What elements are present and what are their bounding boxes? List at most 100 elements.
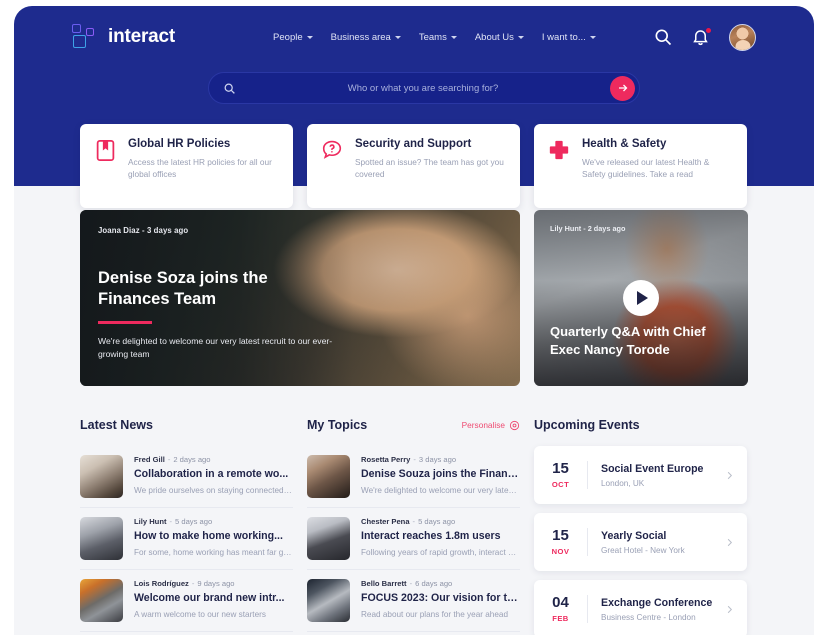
event-title: Exchange Conference bbox=[601, 597, 724, 609]
arrow-right-icon bbox=[617, 82, 629, 94]
quick-links-row: Global HR Policies Access the latest HR … bbox=[80, 124, 748, 208]
article-ago: 2 days ago bbox=[173, 455, 210, 464]
search-icon bbox=[223, 82, 236, 95]
content-columns: Latest News Fred Gill-2 days ago Collabo… bbox=[80, 410, 748, 635]
topic-thumbnail bbox=[307, 579, 350, 622]
upcoming-events-title: Upcoming Events bbox=[534, 418, 640, 432]
quick-card-title: Security and Support bbox=[355, 138, 506, 150]
topic-meta: Rosetta Perry-3 days ago bbox=[361, 455, 519, 464]
event-month: FEB bbox=[534, 614, 587, 623]
hero-meta: Joana Diaz - 3 days ago bbox=[98, 226, 502, 235]
list-item[interactable]: Rosetta Perry-3 days ago Denise Souza jo… bbox=[307, 446, 520, 508]
article-thumbnail bbox=[80, 579, 123, 622]
nav-label: Teams bbox=[419, 32, 447, 43]
topic-author: Bello Barrett bbox=[361, 579, 407, 588]
topic-title: Interact reaches 1.8m users bbox=[361, 530, 519, 544]
event-date: 15 NOV bbox=[534, 528, 588, 556]
upcoming-events-header: Upcoming Events bbox=[534, 410, 747, 440]
my-topics-header: My Topics Personalise bbox=[307, 410, 520, 440]
search-bar[interactable] bbox=[208, 72, 640, 104]
upcoming-events-column: Upcoming Events 15 OCT Social Event Euro… bbox=[534, 410, 747, 635]
brand-logo[interactable]: interact bbox=[72, 24, 175, 50]
list-item[interactable]: Lily Hunt-5 days ago How to make home wo… bbox=[80, 508, 293, 570]
nav-item-business-area[interactable]: Business area bbox=[331, 32, 401, 43]
personalise-button[interactable]: Personalise bbox=[462, 420, 520, 431]
article-desc: A warm welcome to our new starters bbox=[134, 610, 285, 619]
list-item[interactable]: Lois Rodríguez-9 days ago Welcome our br… bbox=[80, 570, 293, 632]
hero-title: Denise Soza joins the Finances Team bbox=[98, 268, 328, 310]
event-date: 04 FEB bbox=[534, 595, 588, 623]
topic-author: Chester Pena bbox=[361, 517, 410, 526]
latest-news-title: Latest News bbox=[80, 418, 153, 432]
topic-author: Rosetta Perry bbox=[361, 455, 410, 464]
list-item[interactable]: Fred Gill-2 days ago Collaboration in a … bbox=[80, 446, 293, 508]
event-day: 15 bbox=[534, 528, 587, 545]
nav-label: Business area bbox=[331, 32, 391, 43]
event-day: 04 bbox=[534, 595, 587, 612]
topic-thumbnail bbox=[307, 455, 350, 498]
quick-card-global-hr-policies[interactable]: Global HR Policies Access the latest HR … bbox=[80, 124, 293, 208]
article-thumbnail bbox=[80, 455, 123, 498]
topic-title: FOCUS 2023: Our vision for th... bbox=[361, 592, 519, 606]
bell-icon[interactable] bbox=[691, 27, 711, 47]
topic-thumbnail bbox=[307, 517, 350, 560]
play-icon[interactable] bbox=[623, 280, 659, 316]
interact-squares-logo-icon bbox=[72, 24, 98, 50]
quick-card-title: Global HR Policies bbox=[128, 138, 279, 150]
nav-actions bbox=[653, 24, 756, 51]
chevron-right-icon bbox=[724, 604, 735, 615]
gear-icon bbox=[509, 420, 520, 431]
question-chat-icon bbox=[320, 138, 344, 194]
event-month: NOV bbox=[534, 547, 587, 556]
brand-name: interact bbox=[108, 26, 175, 48]
quick-card-security-and-support[interactable]: Security and Support Spotted an issue? T… bbox=[307, 124, 520, 208]
quick-card-health-and-safety[interactable]: Health & Safety We've released our lates… bbox=[534, 124, 747, 208]
chevron-down-icon bbox=[307, 36, 313, 39]
nav-item-people[interactable]: People bbox=[273, 32, 313, 43]
topic-ago: 6 days ago bbox=[415, 579, 452, 588]
article-title: How to make home working... bbox=[134, 530, 292, 544]
article-author: Lily Hunt bbox=[134, 517, 166, 526]
nav-label: People bbox=[273, 32, 303, 43]
event-card[interactable]: 15 NOV Yearly Social Great Hotel - New Y… bbox=[534, 513, 747, 571]
article-title: Collaboration in a remote wo... bbox=[134, 468, 292, 482]
event-location: Business Centre - London bbox=[601, 613, 724, 622]
hero-featured-article[interactable]: Joana Diaz - 3 days ago Denise Soza join… bbox=[80, 210, 520, 386]
my-topics-title: My Topics bbox=[307, 418, 367, 432]
quick-card-desc: Access the latest HR policies for all ou… bbox=[128, 156, 279, 181]
hero-video-title: Quarterly Q&A with Chief Exec Nancy Toro… bbox=[550, 323, 732, 358]
app-window: interact People Business area Teams Abou… bbox=[14, 6, 814, 635]
event-day: 15 bbox=[534, 461, 587, 478]
personalise-label: Personalise bbox=[462, 420, 505, 430]
nav-item-i-want-to[interactable]: I want to... bbox=[542, 32, 596, 43]
topic-meta: Bello Barrett-6 days ago bbox=[361, 579, 519, 588]
article-author: Fred Gill bbox=[134, 455, 165, 464]
topic-ago: 3 days ago bbox=[419, 455, 456, 464]
hero-video-meta: Lily Hunt - 2 days ago bbox=[550, 224, 732, 233]
hero-video-card[interactable]: Lily Hunt - 2 days ago Quarterly Q&A wit… bbox=[534, 210, 748, 386]
quick-card-title: Health & Safety bbox=[582, 138, 733, 150]
chevron-right-icon bbox=[724, 537, 735, 548]
topic-meta: Chester Pena-5 days ago bbox=[361, 517, 519, 526]
topic-desc: We're delighted to welcome our very late… bbox=[361, 486, 519, 495]
search-icon[interactable] bbox=[653, 27, 673, 47]
medical-cross-icon bbox=[547, 138, 571, 194]
top-navbar: interact People Business area Teams Abou… bbox=[14, 6, 814, 68]
event-date: 15 OCT bbox=[534, 461, 588, 489]
event-location: Great Hotel - New York bbox=[601, 546, 724, 555]
search-input[interactable] bbox=[236, 83, 610, 94]
nav-item-about-us[interactable]: About Us bbox=[475, 32, 524, 43]
list-item[interactable]: Chester Pena-5 days ago Interact reaches… bbox=[307, 508, 520, 570]
search-submit-button[interactable] bbox=[610, 76, 635, 101]
article-ago: 5 days ago bbox=[175, 517, 212, 526]
chevron-down-icon bbox=[518, 36, 524, 39]
bookmark-book-icon bbox=[93, 138, 117, 194]
nav-item-teams[interactable]: Teams bbox=[419, 32, 457, 43]
my-topics-column: My Topics Personalise Rosetta Perry-3 da… bbox=[307, 410, 520, 635]
user-avatar[interactable] bbox=[729, 24, 756, 51]
topic-ago: 5 days ago bbox=[418, 517, 455, 526]
event-card[interactable]: 15 OCT Social Event Europe London, UK bbox=[534, 446, 747, 504]
event-card[interactable]: 04 FEB Exchange Conference Business Cent… bbox=[534, 580, 747, 635]
article-meta: Lily Hunt-5 days ago bbox=[134, 517, 292, 526]
list-item[interactable]: Bello Barrett-6 days ago FOCUS 2023: Our… bbox=[307, 570, 520, 632]
